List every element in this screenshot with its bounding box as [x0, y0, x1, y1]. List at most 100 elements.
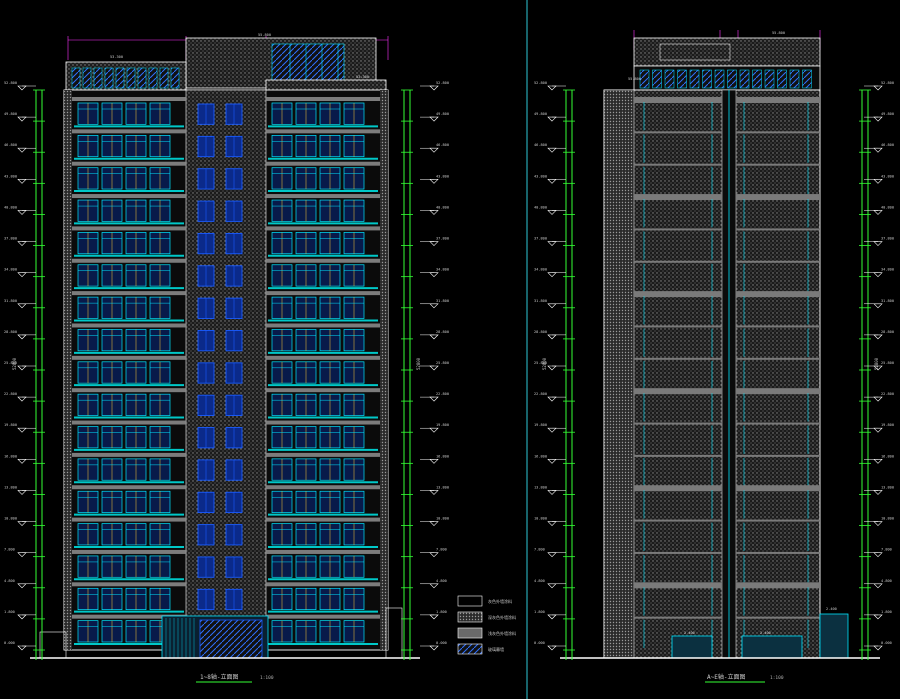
level-marker-icon [547, 645, 557, 651]
level-marker-icon [873, 303, 883, 309]
level-marker-icon [873, 490, 883, 495]
parapet-screen [764, 69, 775, 89]
roof-level-tag: 55.800 [258, 33, 271, 37]
level-tag: 28.800 [881, 330, 894, 334]
entrance-level-tag: 2.400 [684, 631, 695, 635]
parapet-screen [677, 69, 687, 89]
side-wall-left [64, 90, 72, 650]
floor-band [736, 485, 820, 492]
level-marker-icon [873, 210, 883, 215]
floor-slab-band [266, 452, 380, 457]
parapet-level-tag-right: 53.300 [356, 75, 369, 79]
level-marker-icon [547, 552, 557, 558]
parapet-screen [104, 67, 114, 89]
level-tag: 13.800 [436, 485, 449, 489]
level-tag: 7.800 [436, 548, 447, 552]
level-tag: 10.800 [4, 517, 17, 521]
level-marker-icon [429, 614, 439, 620]
level-tag: 22.800 [534, 392, 547, 396]
legend-swatch [457, 595, 483, 607]
level-tag: 46.800 [534, 143, 547, 147]
floor-band [634, 97, 722, 103]
floor-slab-band [266, 323, 380, 328]
level-tag: 10.800 [881, 517, 894, 521]
level-marker-icon [547, 303, 557, 309]
floor-band [634, 454, 722, 457]
floor-slab-band [72, 355, 186, 360]
level-tag: 49.800 [436, 112, 449, 116]
floor-band [736, 228, 820, 231]
floor-slab-band [72, 420, 186, 425]
parapet-screen [739, 69, 750, 89]
level-marker-icon [429, 179, 439, 184]
level-tag: 40.800 [436, 205, 449, 209]
level-marker-icon [17, 490, 27, 495]
level-marker-icon [873, 583, 883, 589]
floor-band [634, 551, 722, 554]
level-tag: 46.800 [881, 143, 894, 147]
level-tag: 16.800 [4, 454, 17, 458]
level-marker-icon [547, 396, 557, 402]
level-marker-icon [17, 521, 27, 526]
left-elevation: 55.800 53.300 53.300 52.800 49.800 46.800 43.8… [4, 33, 449, 660]
level-marker-icon [873, 85, 883, 91]
legend-swatch [457, 611, 483, 623]
floor-band [634, 582, 722, 589]
floor-band [736, 260, 820, 263]
level-tag: 31.800 [881, 299, 894, 303]
floor-band [634, 616, 722, 619]
level-tag: 22.800 [4, 392, 17, 396]
level-marker-icon [429, 210, 439, 215]
level-marker-icon [547, 365, 557, 371]
level-tag: 1.800 [4, 610, 15, 614]
level-tag: 1.800 [436, 610, 447, 614]
floor-band [634, 131, 722, 134]
floor-slab-band [266, 614, 380, 619]
level-marker-icon [17, 303, 27, 309]
level-marker-icon [17, 179, 27, 184]
level-tag: 52.800 [4, 81, 17, 85]
level-tag: 25.800 [436, 361, 449, 365]
floor-slab-band [266, 291, 380, 296]
level-marker-icon [429, 396, 439, 402]
level-marker-icon [17, 645, 27, 651]
parapet-screen [752, 69, 762, 89]
side-annex [39, 631, 67, 659]
floor-band [736, 131, 820, 134]
parapet-screen [159, 67, 169, 89]
level-tag: 13.800 [4, 485, 17, 489]
level-marker-icon [547, 427, 557, 433]
floor-slab-band [72, 323, 186, 328]
floor-slab-band [266, 258, 380, 263]
right-elevation-title: A~E轴-立面图 [707, 673, 745, 681]
level-tag: 49.800 [4, 112, 17, 116]
parapet-screen [115, 67, 125, 89]
floor-band [634, 260, 722, 263]
level-tag: 34.800 [4, 268, 17, 272]
level-tag: 13.800 [534, 485, 547, 489]
parapet-level-tag: 53.300 [110, 55, 123, 59]
parapet-screen [652, 69, 662, 89]
level-tag: 40.800 [881, 205, 894, 209]
parapet-screen [71, 67, 81, 89]
level-marker-icon [873, 272, 883, 278]
level-marker-icon [429, 552, 439, 558]
level-marker-icon [873, 179, 883, 184]
side-annex [819, 613, 849, 659]
level-marker-icon [17, 365, 27, 371]
level-marker-icon [17, 85, 27, 91]
level-marker-icon [873, 552, 883, 558]
level-tag: 40.800 [4, 205, 17, 209]
level-tag: 19.800 [534, 423, 547, 427]
floor-slab-band [72, 517, 186, 522]
floor-slab-band [266, 355, 380, 360]
legend-swatch [457, 627, 483, 639]
level-marker-icon [429, 147, 439, 153]
overall-height-dim: 52800 [416, 357, 421, 370]
floor-band [736, 551, 820, 554]
floor-slab-band [266, 582, 380, 587]
legend-label: 灰色外墙涂料 [488, 598, 512, 604]
floor-band [736, 519, 820, 522]
level-tag: 4.800 [534, 579, 545, 583]
level-tag: 7.800 [534, 548, 545, 552]
